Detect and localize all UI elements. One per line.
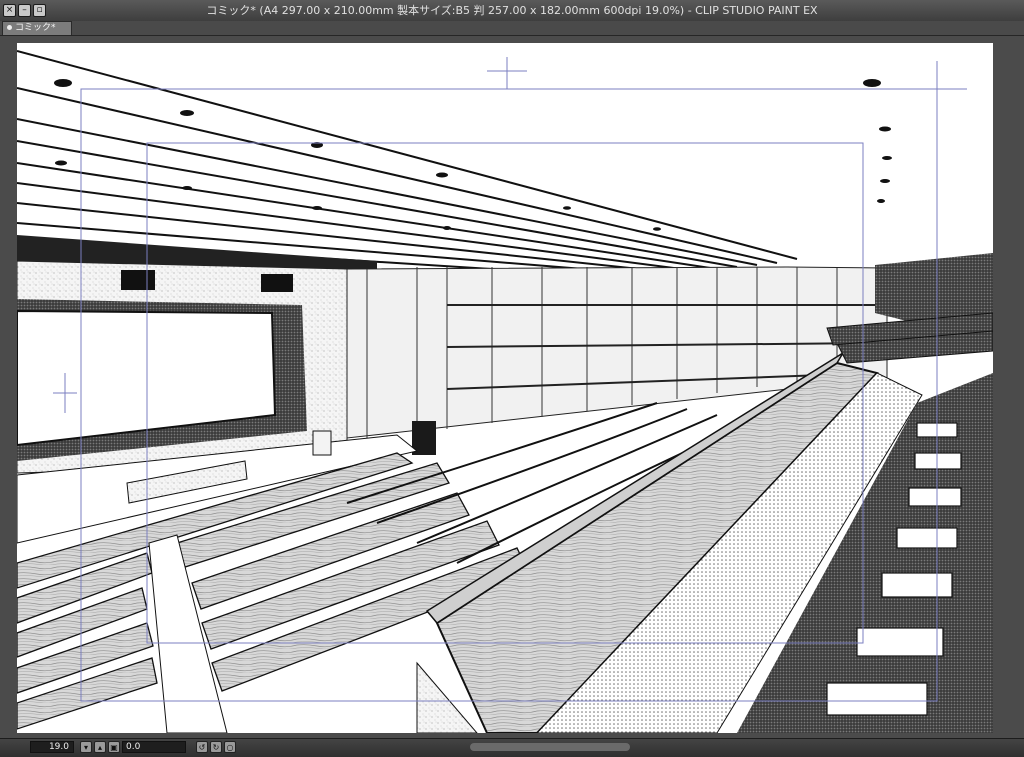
reset-rotation-icon[interactable]: ○ bbox=[224, 741, 236, 753]
tab-label: コミック* bbox=[15, 23, 56, 33]
close-icon[interactable]: × bbox=[3, 4, 16, 17]
zoom-input[interactable]: 19.0 bbox=[30, 741, 74, 753]
canvas-artwork[interactable] bbox=[17, 43, 993, 733]
fit-icon[interactable]: ▣ bbox=[108, 741, 120, 753]
tab-dot-icon bbox=[7, 25, 12, 30]
minimize-icon[interactable]: – bbox=[18, 4, 31, 17]
title-bar: × – ▫ コミック* (A4 297.00 x 210.00mm 製本サイズ:… bbox=[0, 0, 1024, 22]
window-title: コミック* (A4 297.00 x 210.00mm 製本サイズ:B5 判 2… bbox=[206, 4, 818, 17]
chevron-down-icon[interactable]: ▾ bbox=[80, 741, 92, 753]
chevron-up-icon[interactable]: ▴ bbox=[94, 741, 106, 753]
tab-bar: コミック* bbox=[0, 21, 1024, 36]
tab-comic[interactable]: コミック* bbox=[2, 21, 72, 35]
status-bar: 19.0 ▾ ▴ ▣ 0.0 ↺ ↻ ○ bbox=[0, 738, 1024, 757]
maximize-icon[interactable]: ▫ bbox=[33, 4, 46, 17]
vertical-scrollbar[interactable] bbox=[996, 36, 1024, 738]
horizontal-scrollbar[interactable] bbox=[470, 743, 630, 751]
rotation-angle-input[interactable]: 0.0 bbox=[122, 741, 186, 753]
rotate-right-icon[interactable]: ↻ bbox=[210, 741, 222, 753]
canvas-workspace[interactable] bbox=[0, 36, 1024, 738]
rotate-left-icon[interactable]: ↺ bbox=[196, 741, 208, 753]
auditorium-illustration bbox=[17, 43, 993, 733]
